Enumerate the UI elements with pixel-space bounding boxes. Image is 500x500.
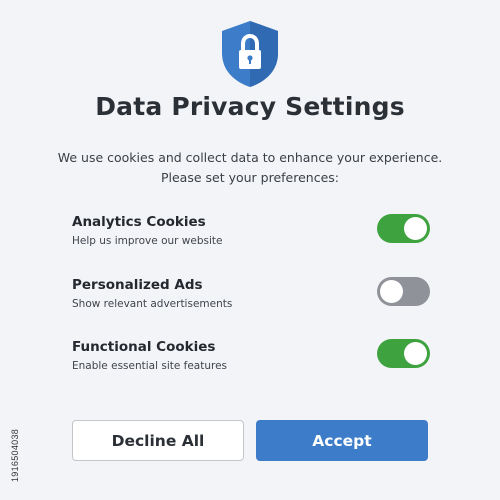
toggle-knob <box>404 342 427 365</box>
lock-shield-icon <box>222 21 278 87</box>
toggle-knob <box>380 280 403 303</box>
intro-text: We use cookies and collect data to enhan… <box>40 148 460 188</box>
setting-functional-cookies: Functional Cookies Enable essential site… <box>72 339 432 379</box>
setting-personalized-ads: Personalized Ads Show relevant advertise… <box>72 277 432 317</box>
setting-title: Analytics Cookies <box>72 214 206 230</box>
setting-analytics-cookies: Analytics Cookies Help us improve our we… <box>72 214 432 254</box>
page-title: Data Privacy Settings <box>95 92 405 121</box>
privacy-settings-page: Data Privacy Settings We use cookies and… <box>0 0 500 500</box>
personalized-ads-toggle[interactable] <box>377 277 430 306</box>
decline-all-button[interactable]: Decline All <box>72 420 244 461</box>
setting-description: Enable essential site features <box>72 360 228 372</box>
analytics-cookies-toggle[interactable] <box>377 214 430 243</box>
accept-button[interactable]: Accept <box>256 420 428 461</box>
functional-cookies-toggle[interactable] <box>377 339 430 368</box>
setting-title: Personalized Ads <box>72 277 203 293</box>
setting-title: Functional Cookies <box>72 339 216 355</box>
toggle-knob <box>404 217 427 240</box>
intro-line-1: We use cookies and collect data to enhan… <box>57 150 443 165</box>
intro-line-2: Please set your preferences: <box>160 170 340 185</box>
setting-description: Show relevant advertisements <box>72 298 233 310</box>
setting-description: Help us improve our website <box>72 235 223 247</box>
stock-id-label: 1916504038 <box>10 428 20 482</box>
